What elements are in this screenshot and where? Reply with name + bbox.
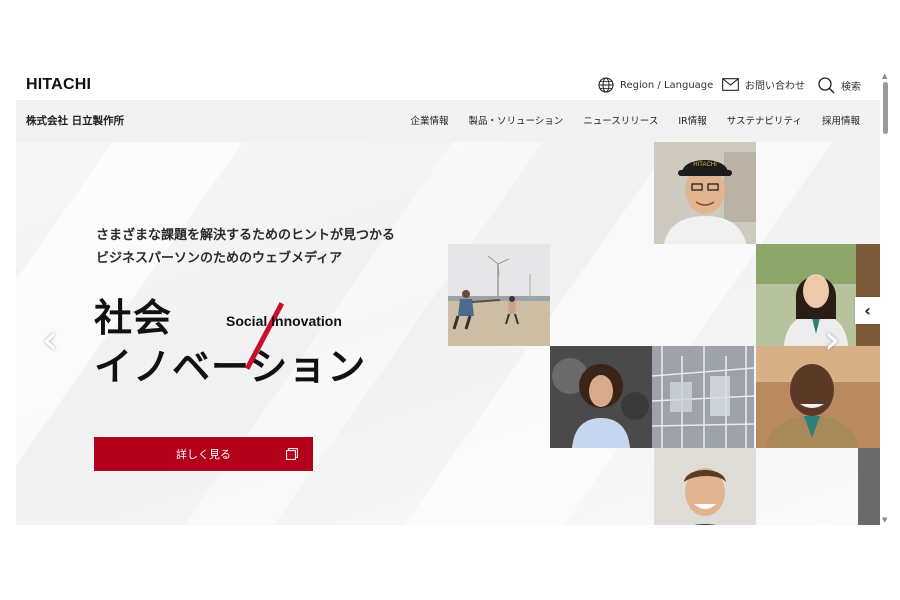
search-link[interactable]: 検索 [818,77,861,94]
side-panel-toggle[interactable]: ‹ [855,297,880,324]
hitachi-logo[interactable]: HITACHI [26,76,91,94]
nav-links: 企業情報 製品・ソリューション ニュースリリース IR情報 サステナビリティ 採… [390,113,860,127]
nav-link-sustainability[interactable]: サステナビリティ [727,113,802,127]
nav-link-products[interactable]: 製品・ソリューション [468,113,563,127]
contact-label: お問い合わせ [745,81,805,92]
carousel-prev-arrow[interactable]: ‹ [42,320,58,360]
scroll-down-arrow-icon[interactable]: ▼ [882,516,887,524]
region-language-link[interactable]: Region / Language [598,77,713,93]
nav-link-news[interactable]: ニュースリリース [583,113,658,127]
carousel-next-arrow[interactable]: › [824,320,840,360]
scrollbar-thumb[interactable] [883,82,888,134]
nav-link-careers[interactable]: 採用情報 [822,113,860,127]
hero-tagline-line2: ビジネスパーソンのためのウェブメディア [96,251,343,266]
read-more-button[interactable]: 詳しく見る [94,437,313,471]
globe-icon [598,77,614,93]
mail-icon [722,78,739,91]
scroll-up-arrow-icon[interactable]: ▲ [882,72,887,80]
hero-title-english: Social Innovation [226,313,342,329]
read-more-label: 詳しく見る [176,448,231,461]
cap-logo-text: HITACHI [693,162,717,168]
nav-link-ir[interactable]: IR情報 [678,113,706,127]
photo-young-man [654,448,756,525]
region-language-label: Region / Language [620,79,714,91]
search-label: 検索 [841,82,861,93]
photo-businesswoman [756,244,880,346]
company-name[interactable]: 株式会社 日立製作所 [26,113,124,128]
hero-carousel: さまざまな課題を解決するためのヒントが見つかる ビジネスパーソンのためのウェブメ… [16,142,880,525]
photo-partial-dark [858,448,880,525]
nav-link-corporate[interactable]: 企業情報 [410,113,448,127]
photo-beach-family [448,244,550,346]
external-window-icon [286,448,298,460]
main-nav: 株式会社 日立製作所 企業情報 製品・ソリューション ニュースリリース IR情報… [16,100,880,142]
photo-worker-cap: HITACHI [654,142,756,244]
photo-curly-hair-woman [550,346,652,448]
hero-title-line2: イノベーション [94,345,367,389]
contact-link[interactable]: お問い合わせ [722,77,805,92]
photo-smiling-man [756,346,880,448]
search-icon [818,77,835,94]
browser-viewport: HITACHI Region / Language お問い合わせ 検索 株式会社… [16,70,880,525]
hero-title: 社会 イノベーション [94,294,366,392]
hero-tagline: さまざまな課題を解決するためのヒントが見つかる ビジネスパーソンのためのウェブメ… [96,224,395,270]
top-header: HITACHI Region / Language お問い合わせ 検索 [16,70,880,100]
page-scrollbar[interactable]: ▲ ▼ [880,70,892,525]
hero-tagline-line1: さまざまな課題を解決するためのヒントが見つかる [96,228,396,243]
photo-factory-interior [652,346,754,448]
